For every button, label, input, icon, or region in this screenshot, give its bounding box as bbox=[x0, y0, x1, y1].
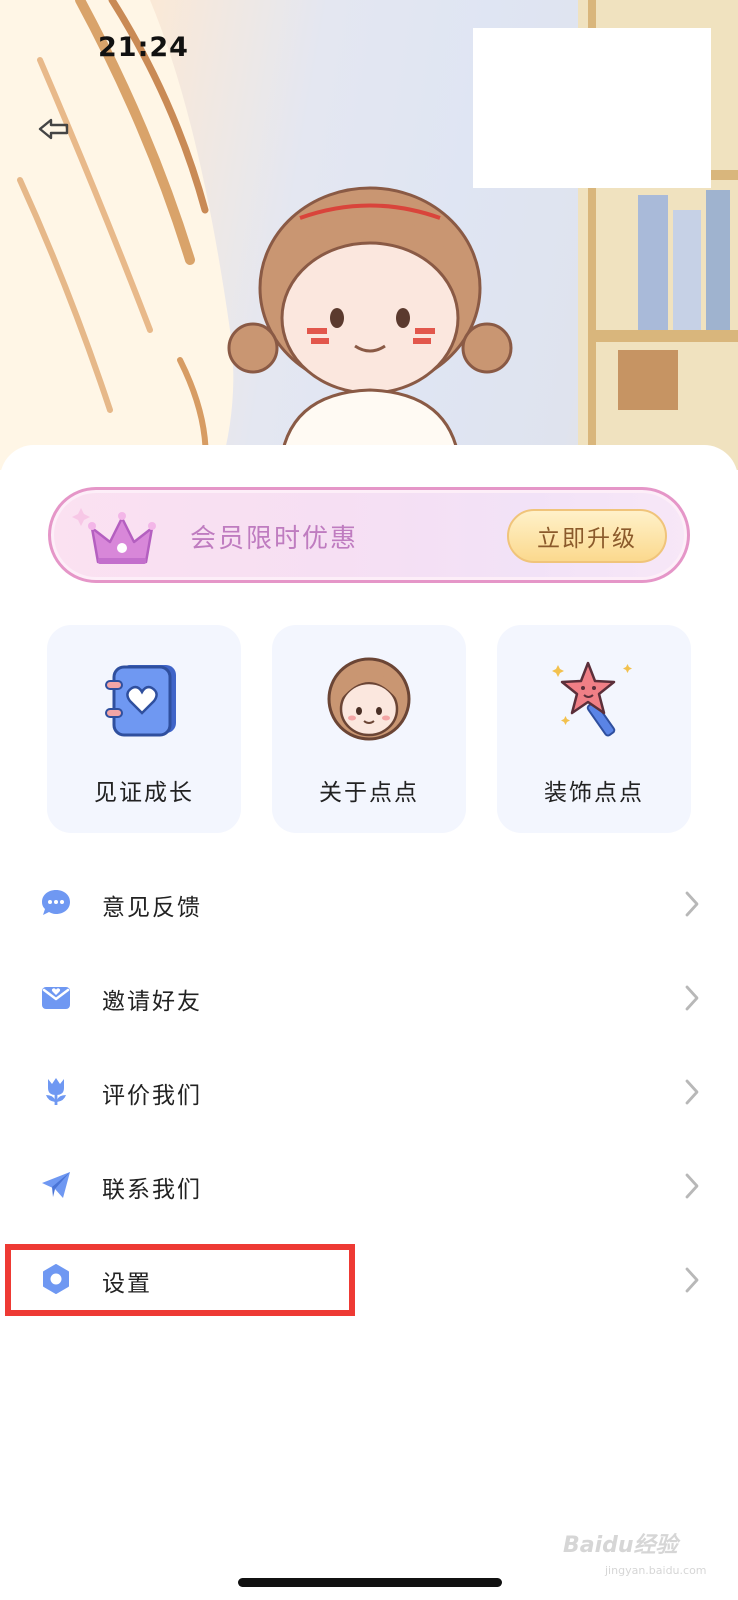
menu-item-label: 联系我们 bbox=[102, 1177, 202, 1203]
crown-icon bbox=[72, 508, 156, 564]
menu-item-invite-friends[interactable]: 邀请好友 bbox=[0, 953, 738, 1043]
watermark-url: jingyan.baidu.com bbox=[605, 1564, 707, 1577]
back-button[interactable] bbox=[34, 112, 74, 146]
watermark-text: Baidu经验 bbox=[563, 1533, 678, 1558]
chevron-right-icon bbox=[685, 985, 699, 1011]
chevron-right-icon bbox=[685, 1079, 699, 1105]
vip-promo-text: 会员限时优惠 bbox=[190, 524, 359, 554]
feature-card-growth[interactable]: 见证成长 bbox=[47, 625, 241, 833]
menu-item-feedback[interactable]: 意见反馈 bbox=[0, 859, 738, 949]
settings-highlight-annotation bbox=[5, 1244, 355, 1316]
paper-plane-icon bbox=[42, 1172, 70, 1198]
chevron-right-icon bbox=[685, 1267, 699, 1293]
status-bar-time: 21:24 bbox=[98, 32, 189, 63]
feature-card-label: 关于点点 bbox=[319, 780, 419, 806]
menu-item-label: 意见反馈 bbox=[102, 895, 202, 921]
back-arrow-icon bbox=[38, 118, 69, 140]
menu-item-contact-us[interactable]: 联系我们 bbox=[0, 1141, 738, 1231]
heart-notebook-icon bbox=[105, 665, 176, 737]
feature-card-label: 见证成长 bbox=[94, 780, 194, 806]
menu-item-label: 邀请好友 bbox=[102, 989, 202, 1015]
chat-bubble-icon bbox=[42, 890, 70, 915]
tulip-icon bbox=[46, 1078, 66, 1105]
chevron-right-icon bbox=[685, 1173, 699, 1199]
feature-card-about[interactable]: 关于点点 bbox=[272, 625, 466, 833]
home-indicator[interactable] bbox=[238, 1578, 502, 1587]
chevron-right-icon bbox=[685, 891, 699, 917]
feature-card-decorate[interactable]: 装饰点点 bbox=[497, 625, 691, 833]
feature-card-label: 装饰点点 bbox=[544, 780, 644, 806]
curtain-illustration bbox=[0, 0, 234, 470]
menu-item-label: 评价我们 bbox=[102, 1083, 202, 1109]
menu-item-rate-us[interactable]: 评价我们 bbox=[0, 1047, 738, 1137]
girl-avatar-icon bbox=[327, 657, 411, 741]
star-wand-icon bbox=[552, 661, 632, 737]
envelope-icon bbox=[42, 987, 70, 1009]
redacted-area bbox=[473, 28, 711, 188]
girl-illustration bbox=[227, 186, 513, 470]
upgrade-now-button[interactable]: 立即升级 bbox=[507, 509, 667, 563]
